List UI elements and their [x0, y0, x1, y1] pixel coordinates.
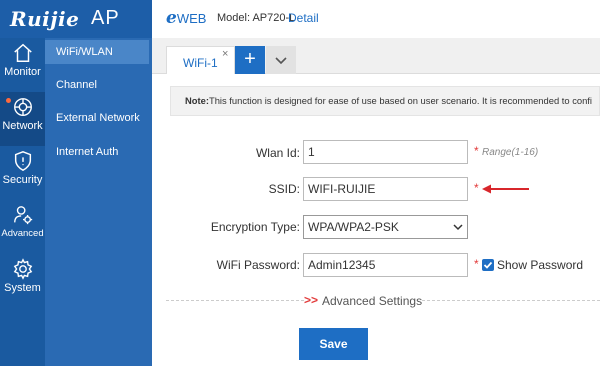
notification-dot [6, 98, 11, 103]
close-icon[interactable]: × [222, 48, 228, 60]
required-mark: * [474, 181, 479, 195]
network-icon [13, 98, 32, 116]
red-arrow-annotation [482, 184, 529, 194]
tab-more-button[interactable] [266, 46, 296, 74]
product-name: AP [91, 7, 120, 29]
wlan-id-label: Wlan Id: [255, 146, 300, 160]
show-password-checkbox[interactable] [482, 259, 494, 271]
chevron-down-icon [453, 224, 463, 231]
chevron-down-icon [275, 57, 287, 65]
nav-label: System [4, 282, 41, 294]
nav-label: Advanced [1, 228, 44, 239]
tab-wifi-1[interactable]: WiFi-1 × [166, 46, 235, 74]
subnav-external-network[interactable]: External Network [45, 106, 149, 130]
note-banner: Note:This function is designed for ease … [170, 86, 600, 116]
subnav-wifi-wlan[interactable]: WiFi/WLAN [45, 40, 149, 64]
shield-icon [14, 151, 31, 171]
home-icon [13, 43, 32, 62]
nav-security[interactable]: Security [0, 146, 45, 200]
ssid-label: SSID: [268, 182, 300, 196]
nav-label: Monitor [4, 66, 41, 78]
wifi-password-input[interactable]: Admin12345 [303, 253, 468, 277]
ssid-input[interactable]: WIFI-RUIJIE [303, 177, 468, 201]
tab-label: WiFi-1 [183, 56, 218, 70]
main-content: Note:This function is designed for ease … [152, 74, 600, 366]
encryption-type-label: Encryption Type: [210, 220, 300, 234]
nav-label: Network [2, 120, 43, 132]
nav-advanced[interactable]: Advanced [0, 200, 45, 254]
expand-arrows-icon[interactable]: >> [304, 293, 318, 307]
encryption-type-select[interactable]: WPA/WPA2-PSK [303, 215, 468, 239]
encryption-type-value: WPA/WPA2-PSK [308, 220, 399, 234]
divider-left [166, 300, 304, 301]
divider-right [422, 300, 600, 301]
tab-strip: WiFi-1 × + [152, 38, 600, 74]
advanced-user-icon [13, 206, 32, 225]
nav-system[interactable]: System [0, 254, 45, 308]
model-label: Model: AP720-L [217, 12, 296, 24]
gear-icon [13, 258, 32, 280]
wlan-id-input[interactable]: 1 [303, 140, 468, 164]
add-tab-button[interactable]: + [235, 46, 265, 74]
top-header: eWEB Model: AP720-L Detail [152, 0, 600, 38]
ruijie-logo: Ruijie [10, 7, 80, 31]
nav-label: Security [2, 174, 43, 186]
save-button[interactable]: Save [299, 328, 368, 360]
required-mark: * [474, 257, 479, 271]
advanced-settings-toggle[interactable]: Advanced Settings [322, 294, 422, 308]
required-mark: * [474, 144, 479, 158]
show-password-label[interactable]: Show Password [497, 258, 583, 272]
note-prefix: Note: [185, 95, 209, 106]
main-sidebar: Monitor Network Security Advanced System [0, 38, 45, 366]
eweb-logo: eWEB [166, 8, 207, 28]
nav-network[interactable]: Network [0, 92, 45, 146]
nav-monitor[interactable]: Monitor [0, 38, 45, 92]
wlan-id-hint: Range(1-16) [482, 147, 539, 158]
subnav-channel[interactable]: Channel [45, 73, 149, 97]
note-text: This function is designed for ease of us… [208, 95, 592, 106]
check-icon [483, 261, 493, 269]
brand-area: Ruijie AP [0, 0, 152, 38]
wifi-password-label: WiFi Password: [216, 258, 300, 272]
subnav-internet-auth[interactable]: Internet Auth [45, 140, 149, 164]
detail-link[interactable]: Detail [288, 11, 319, 25]
